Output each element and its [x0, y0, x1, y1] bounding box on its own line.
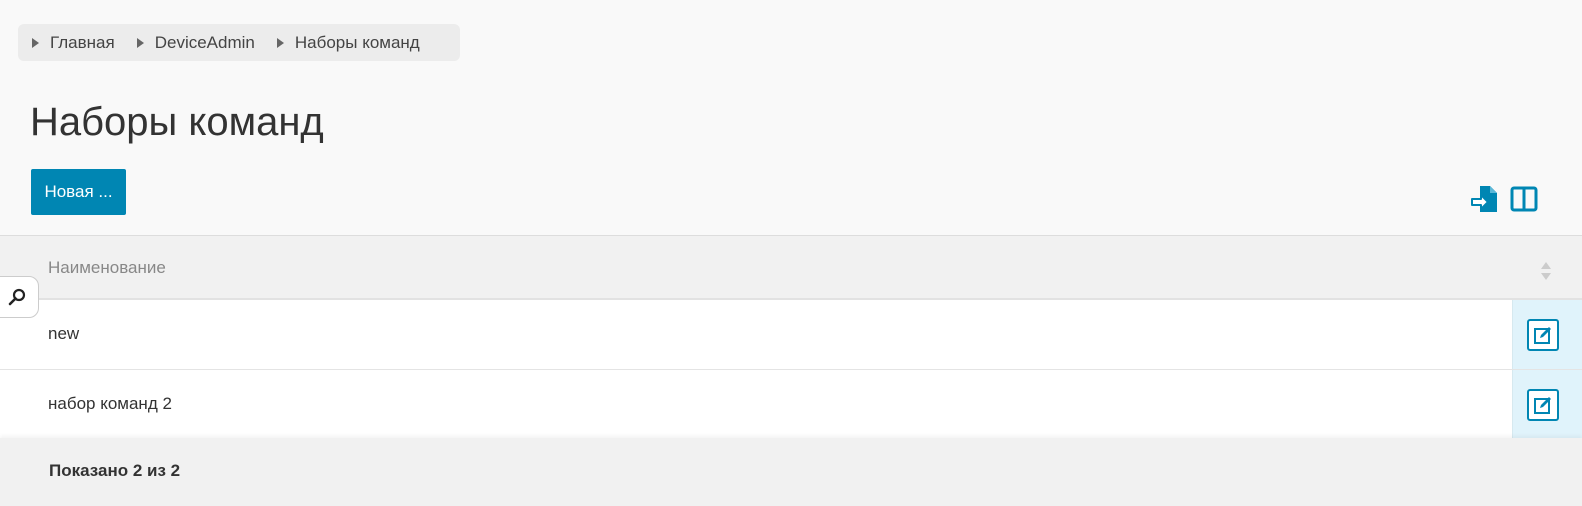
- edit-icon: [1534, 397, 1551, 414]
- data-table: Наименование new набор команд 2: [0, 235, 1582, 438]
- table-row[interactable]: new: [0, 300, 1582, 370]
- caret-right-icon: [136, 37, 144, 48]
- edit-button[interactable]: [1527, 389, 1559, 421]
- caret-right-icon: [32, 37, 39, 48]
- row-actions: [1512, 300, 1582, 369]
- row-actions: [1512, 370, 1582, 438]
- breadcrumb-item-home[interactable]: Главная: [32, 33, 115, 53]
- table-row[interactable]: набор команд 2: [0, 370, 1582, 438]
- export-icon[interactable]: [1470, 184, 1500, 214]
- row-name: new: [48, 324, 80, 343]
- breadcrumb-label: Наборы команд: [294, 32, 420, 52]
- breadcrumb: Главная DeviceAdmin Наборы команд: [18, 24, 460, 61]
- breadcrumb-item-deviceadmin[interactable]: DeviceAdmin: [136, 32, 255, 53]
- table-footer: Показано 2 из 2: [0, 438, 1582, 506]
- columns-icon[interactable]: [1509, 184, 1539, 214]
- record-count: Показано 2 из 2: [49, 461, 181, 480]
- edit-button[interactable]: [1527, 319, 1559, 351]
- column-header-name[interactable]: Наименование: [48, 258, 166, 278]
- breadcrumb-label: Главная: [50, 32, 115, 52]
- table-header: Наименование: [0, 235, 1582, 300]
- page: Главная DeviceAdmin Наборы команд Наборы…: [0, 0, 1582, 506]
- row-name: набор команд 2: [48, 394, 172, 413]
- caret-right-icon: [276, 37, 284, 48]
- edit-icon: [1534, 327, 1551, 344]
- search-icon: [8, 288, 25, 306]
- breadcrumb-item-current[interactable]: Наборы команд: [276, 32, 420, 53]
- page-title: Наборы команд: [30, 100, 324, 144]
- new-button[interactable]: Новая ...: [31, 169, 126, 215]
- search-toggle-button[interactable]: [0, 276, 39, 318]
- sort-icon[interactable]: [1540, 260, 1552, 282]
- breadcrumb-label: DeviceAdmin: [154, 32, 255, 52]
